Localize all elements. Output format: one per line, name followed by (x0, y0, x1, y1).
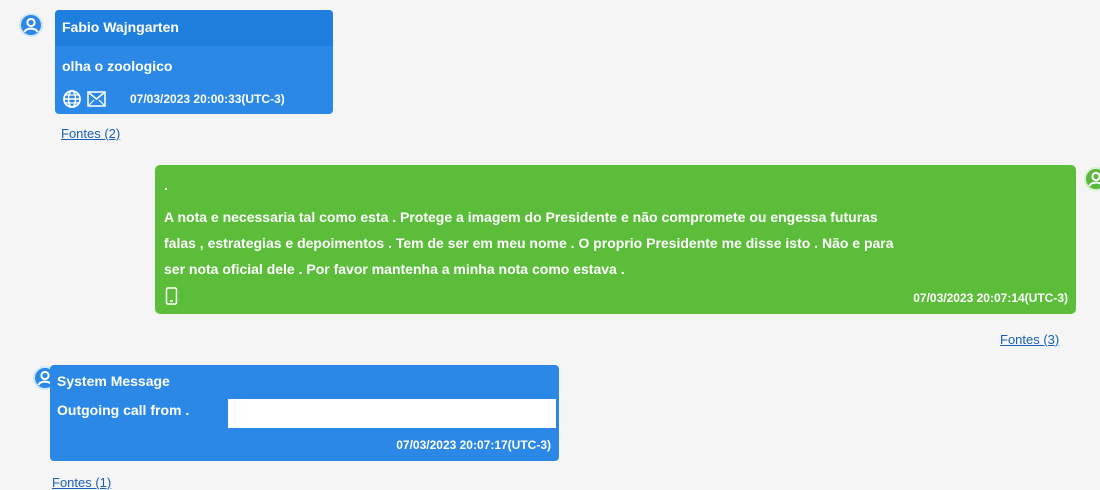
message-timestamp: 07/03/2023 20:00:33(UTC-3) (130, 92, 285, 106)
message-timestamp: 07/03/2023 20:07:14(UTC-3) (913, 291, 1068, 305)
mail-icon (87, 91, 106, 110)
sources-link[interactable]: Fontes (3) (1000, 332, 1059, 347)
message-text-line-2: falas , estrategias e depoimentos . Tem … (164, 235, 894, 251)
message-text: olha o zoologico (62, 58, 173, 74)
message-bubble-incoming[interactable]: Fabio Wajngarten olha o zoologico 07/03/… (55, 10, 333, 114)
message-text: Outgoing call from . (57, 402, 190, 418)
redaction-box (228, 399, 556, 428)
message-prefix: . (164, 177, 168, 193)
sources-link[interactable]: Fontes (1) (52, 475, 111, 490)
contact-avatar-icon (1084, 167, 1100, 191)
message-text-line-1: A nota e necessaria tal como esta . Prot… (164, 209, 878, 225)
message-timestamp: 07/03/2023 20:07:17(UTC-3) (396, 438, 551, 452)
message-bubble-system[interactable]: System Message Outgoing call from . 07/0… (50, 365, 559, 461)
message-text-line-3: ser nota oficial dele . Por favor manten… (164, 261, 625, 277)
sender-name: Fabio Wajngarten (62, 19, 179, 35)
phone-icon (165, 287, 178, 308)
globe-icon (63, 90, 81, 111)
chat-view: Fabio Wajngarten olha o zoologico 07/03/… (0, 0, 1100, 490)
sources-link[interactable]: Fontes (2) (61, 126, 120, 141)
message-bubble-outgoing[interactable]: . A nota e necessaria tal como esta . Pr… (155, 165, 1076, 314)
contact-avatar-icon (19, 13, 43, 37)
sender-name: System Message (57, 373, 170, 389)
